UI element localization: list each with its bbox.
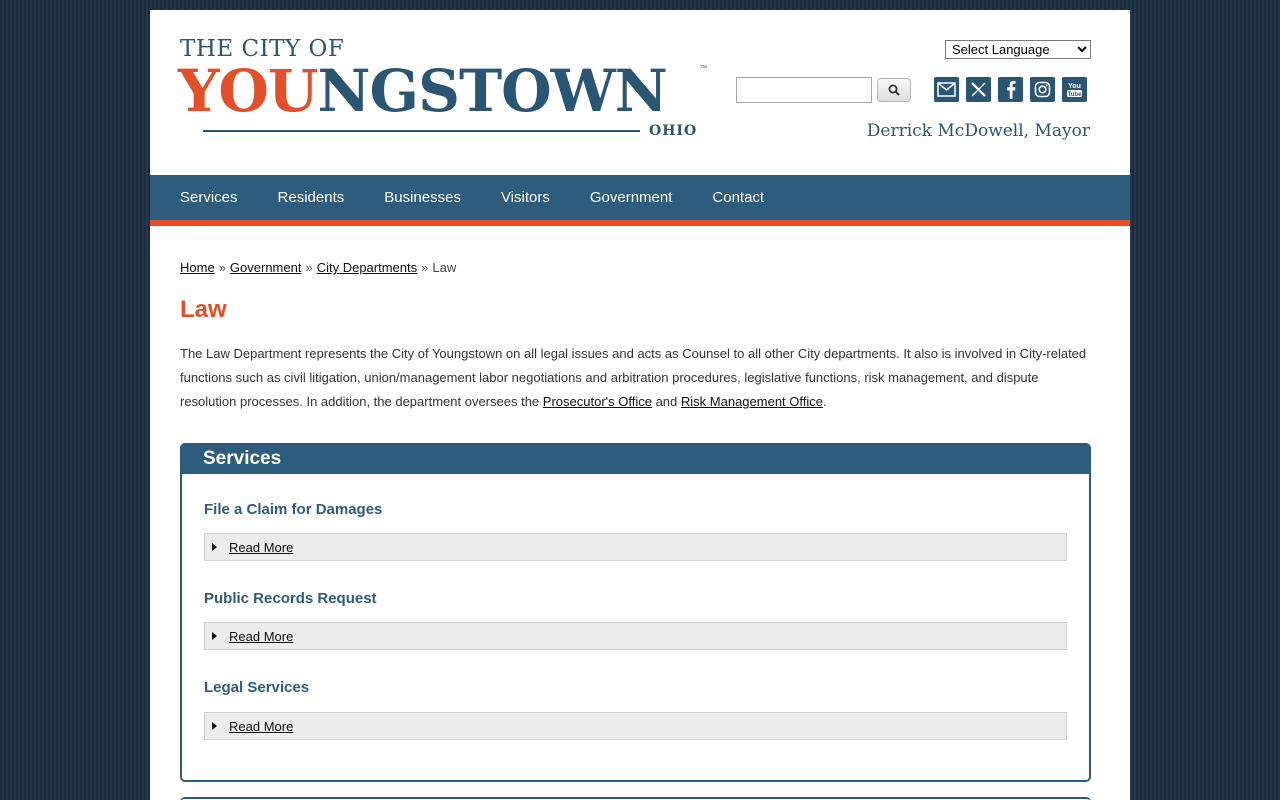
logo-trademark: ™ [700, 65, 707, 72]
risk-management-office-link[interactable]: Risk Management Office [681, 394, 823, 409]
read-more-label: Read More [229, 539, 294, 555]
instagram-icon[interactable] [1030, 77, 1055, 102]
service-title: Public Records Request [204, 590, 377, 607]
breadcrumb-separator: » [305, 260, 313, 275]
logo-ohio: OHIO [649, 123, 698, 139]
page-title: Law [180, 296, 227, 323]
main-nav: Services Residents Businesses Visitors G… [150, 175, 1130, 226]
nav-item-businesses[interactable]: Businesses [364, 175, 481, 220]
expand-triangle-icon [212, 543, 217, 551]
services-box: Services File a Claim for Damages Read M… [180, 443, 1091, 782]
breadcrumb-government[interactable]: Government [230, 260, 302, 275]
nav-item-government[interactable]: Government [570, 175, 693, 220]
breadcrumb-city-departments[interactable]: City Departments [317, 260, 417, 275]
service-title: Legal Services [204, 679, 310, 696]
read-more-label: Read More [229, 718, 294, 734]
service-item: File a Claim for Damages Read More [204, 500, 1067, 561]
nav-item-contact[interactable]: Contact [692, 175, 784, 220]
services-heading: Services [182, 445, 1089, 474]
logo-wordmark: YOUNGSTOWN [178, 57, 668, 125]
nav-item-residents[interactable]: Residents [258, 175, 365, 220]
svg-text:Tube: Tube [1068, 92, 1083, 98]
svg-text:You: You [1068, 83, 1081, 90]
breadcrumb-separator: » [218, 260, 226, 275]
site-header: THE CITY OF YOUNGSTOWN ™ OHIO Select Lan… [150, 10, 1130, 175]
facebook-icon[interactable] [998, 77, 1023, 102]
youtube-icon[interactable]: You Tube [1062, 77, 1087, 102]
breadcrumb-current: Law [432, 260, 457, 275]
service-item: Public Records Request Read More [204, 589, 1067, 650]
read-more-toggle[interactable]: Read More [204, 712, 1067, 740]
city-logo[interactable]: THE CITY OF YOUNGSTOWN ™ OHIO [178, 34, 708, 144]
nav-item-visitors[interactable]: Visitors [481, 175, 570, 220]
email-icon[interactable] [934, 77, 959, 102]
main-content: Home» Government» City Departments» Law Law… [180, 226, 1091, 782]
prosecutors-office-link[interactable]: Prosecutor's Office [543, 394, 652, 409]
mayor-name: Derrick McDowell, Mayor [866, 121, 1090, 141]
search-icon [888, 84, 900, 96]
x-twitter-icon[interactable] [966, 77, 991, 102]
read-more-toggle[interactable]: Read More [204, 622, 1067, 650]
read-more-label: Read More [229, 628, 294, 644]
read-more-toggle[interactable]: Read More [204, 533, 1067, 561]
expand-triangle-icon [212, 722, 217, 730]
breadcrumb-home[interactable]: Home [180, 260, 215, 275]
intro-text-middle: and [651, 394, 681, 409]
breadcrumb-separator: » [421, 260, 429, 275]
intro-text-end: . [823, 394, 827, 409]
intro-paragraph: The Law Department represents the City o… [180, 342, 1091, 414]
nav-item-services[interactable]: Services [160, 175, 258, 220]
service-title: File a Claim for Damages [204, 501, 383, 518]
expand-triangle-icon [212, 632, 217, 640]
logo-you: YOU [178, 57, 319, 125]
search-input[interactable] [736, 77, 872, 103]
service-item: Legal Services Read More [204, 678, 1067, 740]
breadcrumb: Home» Government» City Departments» Law [180, 260, 1091, 276]
logo-ngstown: NGSTOWN [317, 57, 668, 125]
search-button[interactable] [877, 78, 911, 102]
logo-rule [203, 130, 640, 132]
language-select[interactable]: Select Language [945, 40, 1091, 59]
page-container: THE CITY OF YOUNGSTOWN ™ OHIO Select Lan… [150, 10, 1130, 800]
